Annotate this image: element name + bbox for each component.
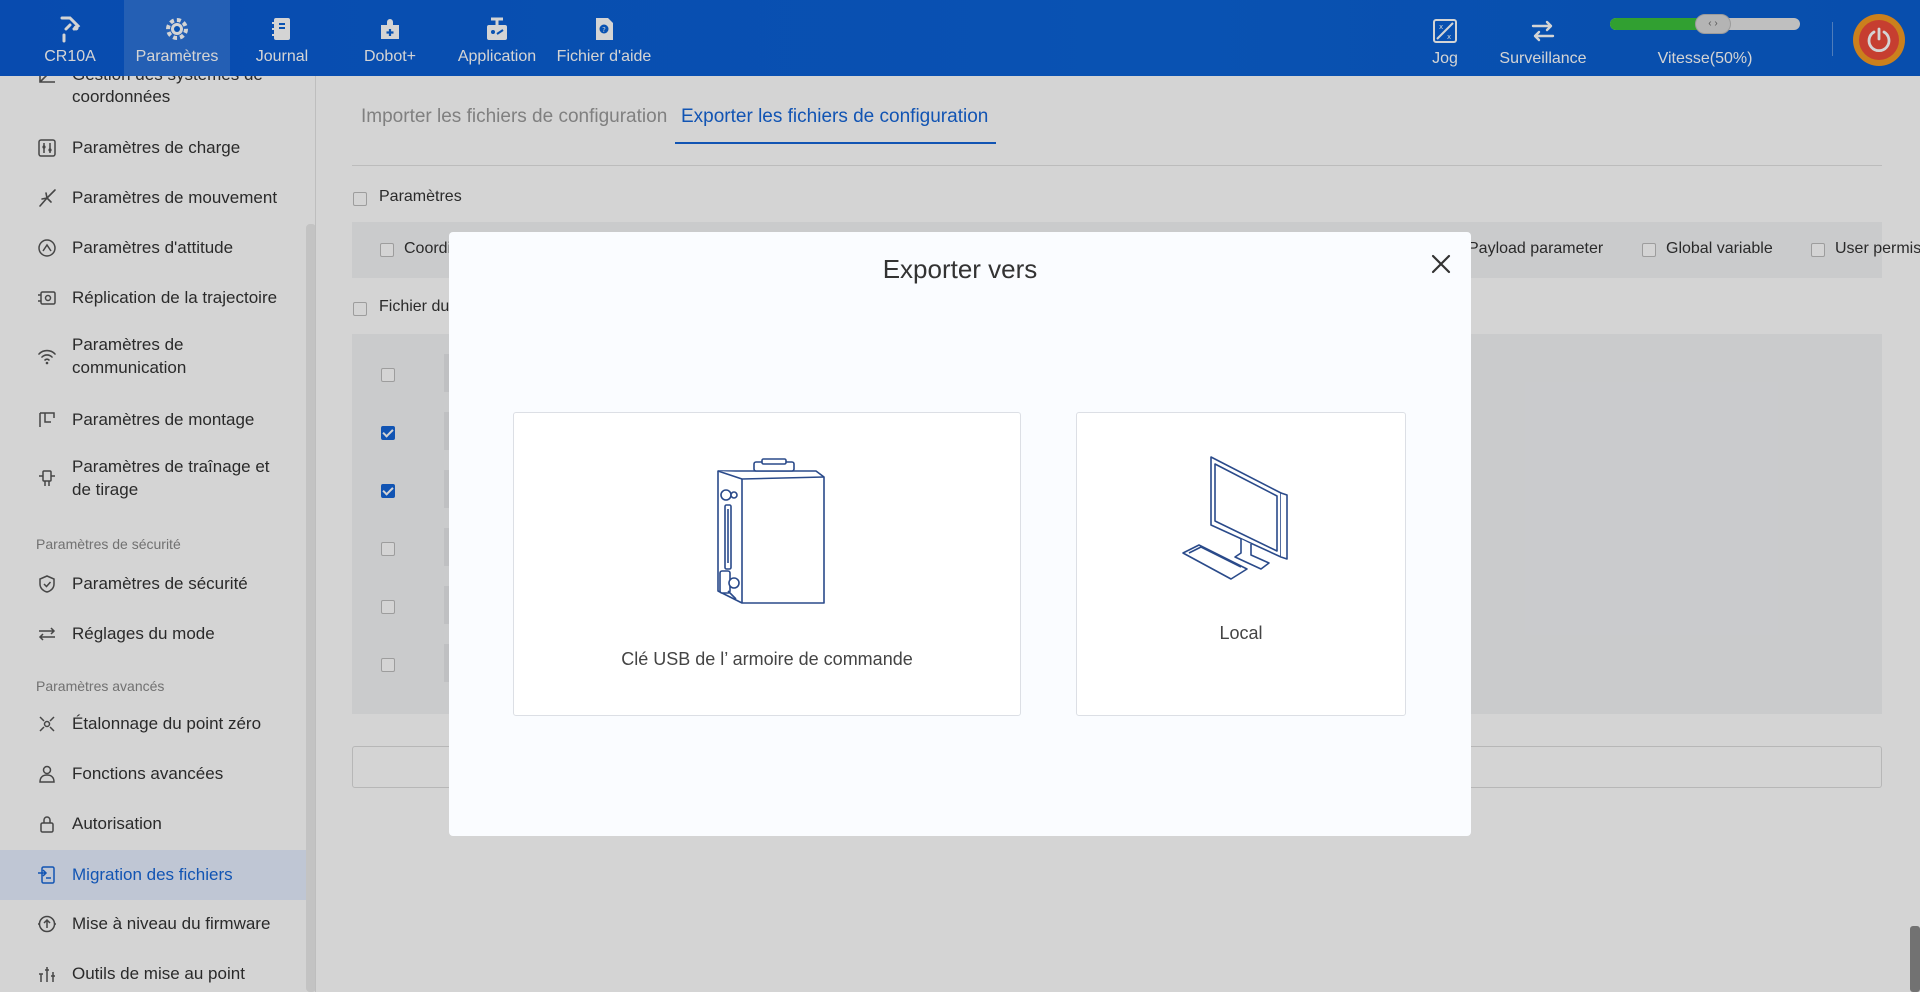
controller-cabinet-icon <box>717 458 825 604</box>
option-local-label: Local <box>1219 623 1263 643</box>
option-usb-controller[interactable]: Clé USB de l’ armoire de commande <box>513 412 1021 716</box>
close-button[interactable] <box>1427 250 1455 278</box>
dialog-title: Exporter vers <box>882 254 1038 284</box>
export-destination-dialog: Exporter vers Clé USB de l’ armoire de c… <box>449 232 1471 836</box>
option-local[interactable]: Local <box>1076 412 1406 716</box>
desktop-computer-icon <box>1182 456 1288 580</box>
close-icon <box>1431 254 1451 274</box>
option-usb-label: Clé USB de l’ armoire de commande <box>621 649 913 669</box>
